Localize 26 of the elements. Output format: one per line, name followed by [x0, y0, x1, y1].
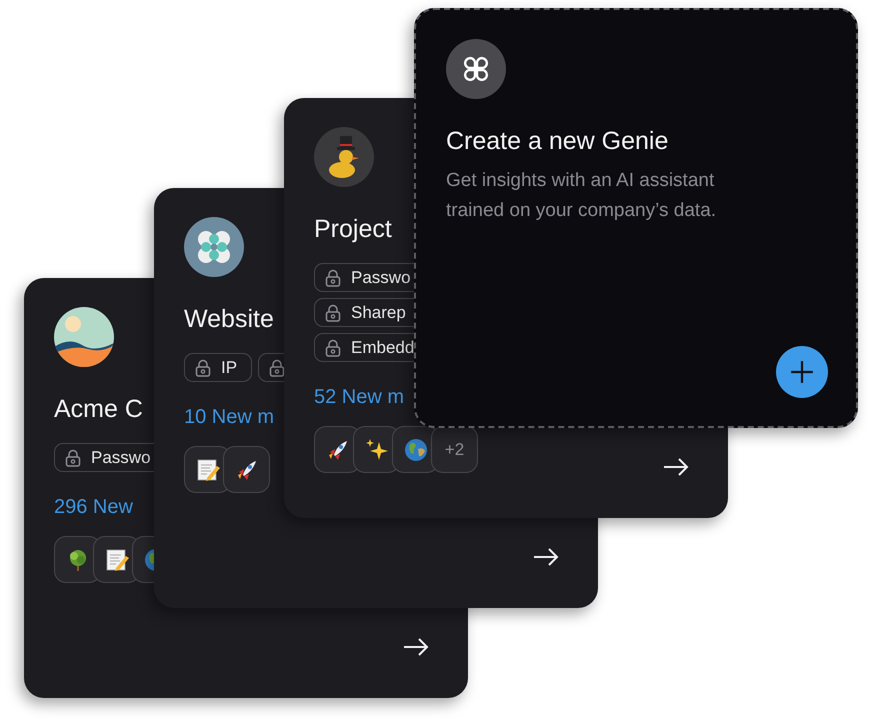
lock-icon [323, 338, 343, 358]
clover-avatar-icon [446, 39, 506, 99]
arrow-right-icon[interactable] [662, 457, 690, 477]
card-description: Get insights with an AI assistant trained on your company’s data. [446, 169, 718, 223]
notepad-icon [194, 456, 220, 482]
card-title: Website [184, 304, 274, 334]
globe-icon [402, 436, 428, 462]
new-messages-link[interactable]: 52 New m [314, 386, 404, 409]
notepad-icon [104, 546, 130, 572]
new-messages-link[interactable]: 10 New m [184, 406, 274, 429]
card-title: Acme C [54, 394, 143, 424]
arrow-right-icon[interactable] [402, 637, 430, 657]
card-title: Project [314, 214, 392, 244]
more-count: +2 [431, 426, 478, 473]
flower-avatar-icon [184, 217, 244, 277]
lock-icon [193, 358, 213, 378]
source-tag: IP [184, 353, 252, 382]
lock-icon [63, 448, 83, 468]
duck-avatar-icon [314, 127, 374, 187]
add-button[interactable] [776, 346, 828, 398]
plus-icon [789, 359, 815, 385]
arrow-right-icon[interactable] [532, 547, 560, 567]
new-messages-link[interactable]: 296 New [54, 496, 133, 519]
lock-icon [323, 268, 343, 288]
card-title: Create a new Genie [446, 126, 668, 156]
lock-icon [323, 302, 343, 322]
